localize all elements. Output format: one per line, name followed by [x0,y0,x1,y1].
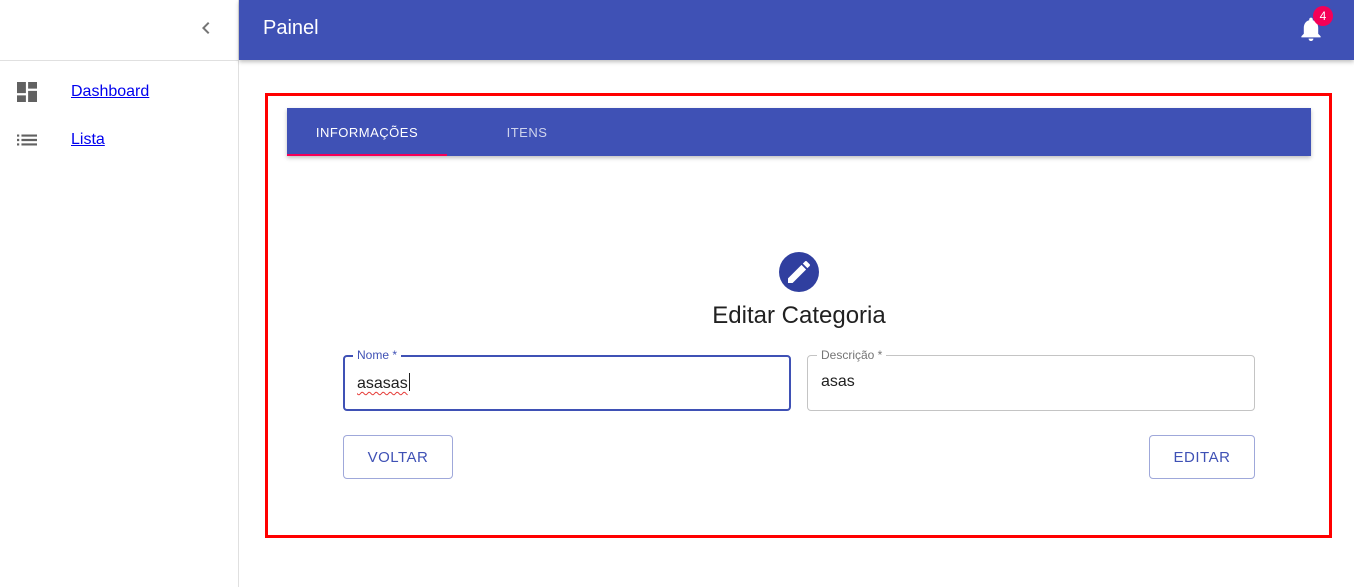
pencil-icon [788,261,810,283]
nome-label: Nome * [353,348,402,362]
form-title: Editar Categoria [712,302,886,329]
sidebar-item-label[interactable]: Dashboard [71,83,149,101]
list-icon [17,130,37,150]
edit-button[interactable]: EDITAR [1149,435,1255,479]
descricao-input[interactable]: asas [821,373,1241,391]
sidebar-item-dashboard[interactable]: Dashboard [0,72,238,112]
collapse-sidebar-button[interactable] [194,16,218,40]
notification-badge: 4 [1313,6,1333,26]
dashboard-icon [17,82,37,102]
chevron-left-icon [202,22,210,34]
sidebar-header [0,0,238,61]
sidebar-item-label[interactable]: Lista [71,131,105,149]
text-caret [408,373,410,391]
edit-avatar [779,252,819,292]
sidebar-item-lista[interactable]: Lista [0,120,238,160]
tab-bar: INFORMAÇÕES ITENS [287,108,1311,156]
active-tab-indicator [287,154,447,156]
sidebar: Dashboard Lista [0,0,239,587]
back-button[interactable]: VOLTAR [343,435,453,479]
page-title: Painel [263,17,319,39]
nome-field[interactable]: Nome * asasas [343,348,791,411]
tab-itens[interactable]: ITENS [447,108,607,156]
descricao-label: Descrição * [817,348,887,362]
nome-value: asasas [357,375,408,392]
nome-input[interactable]: asasas [357,373,777,393]
app-bar: Painel 4 [239,0,1354,60]
tab-informacoes[interactable]: INFORMAÇÕES [287,108,447,156]
descricao-field[interactable]: Descrição * asas [807,348,1255,411]
